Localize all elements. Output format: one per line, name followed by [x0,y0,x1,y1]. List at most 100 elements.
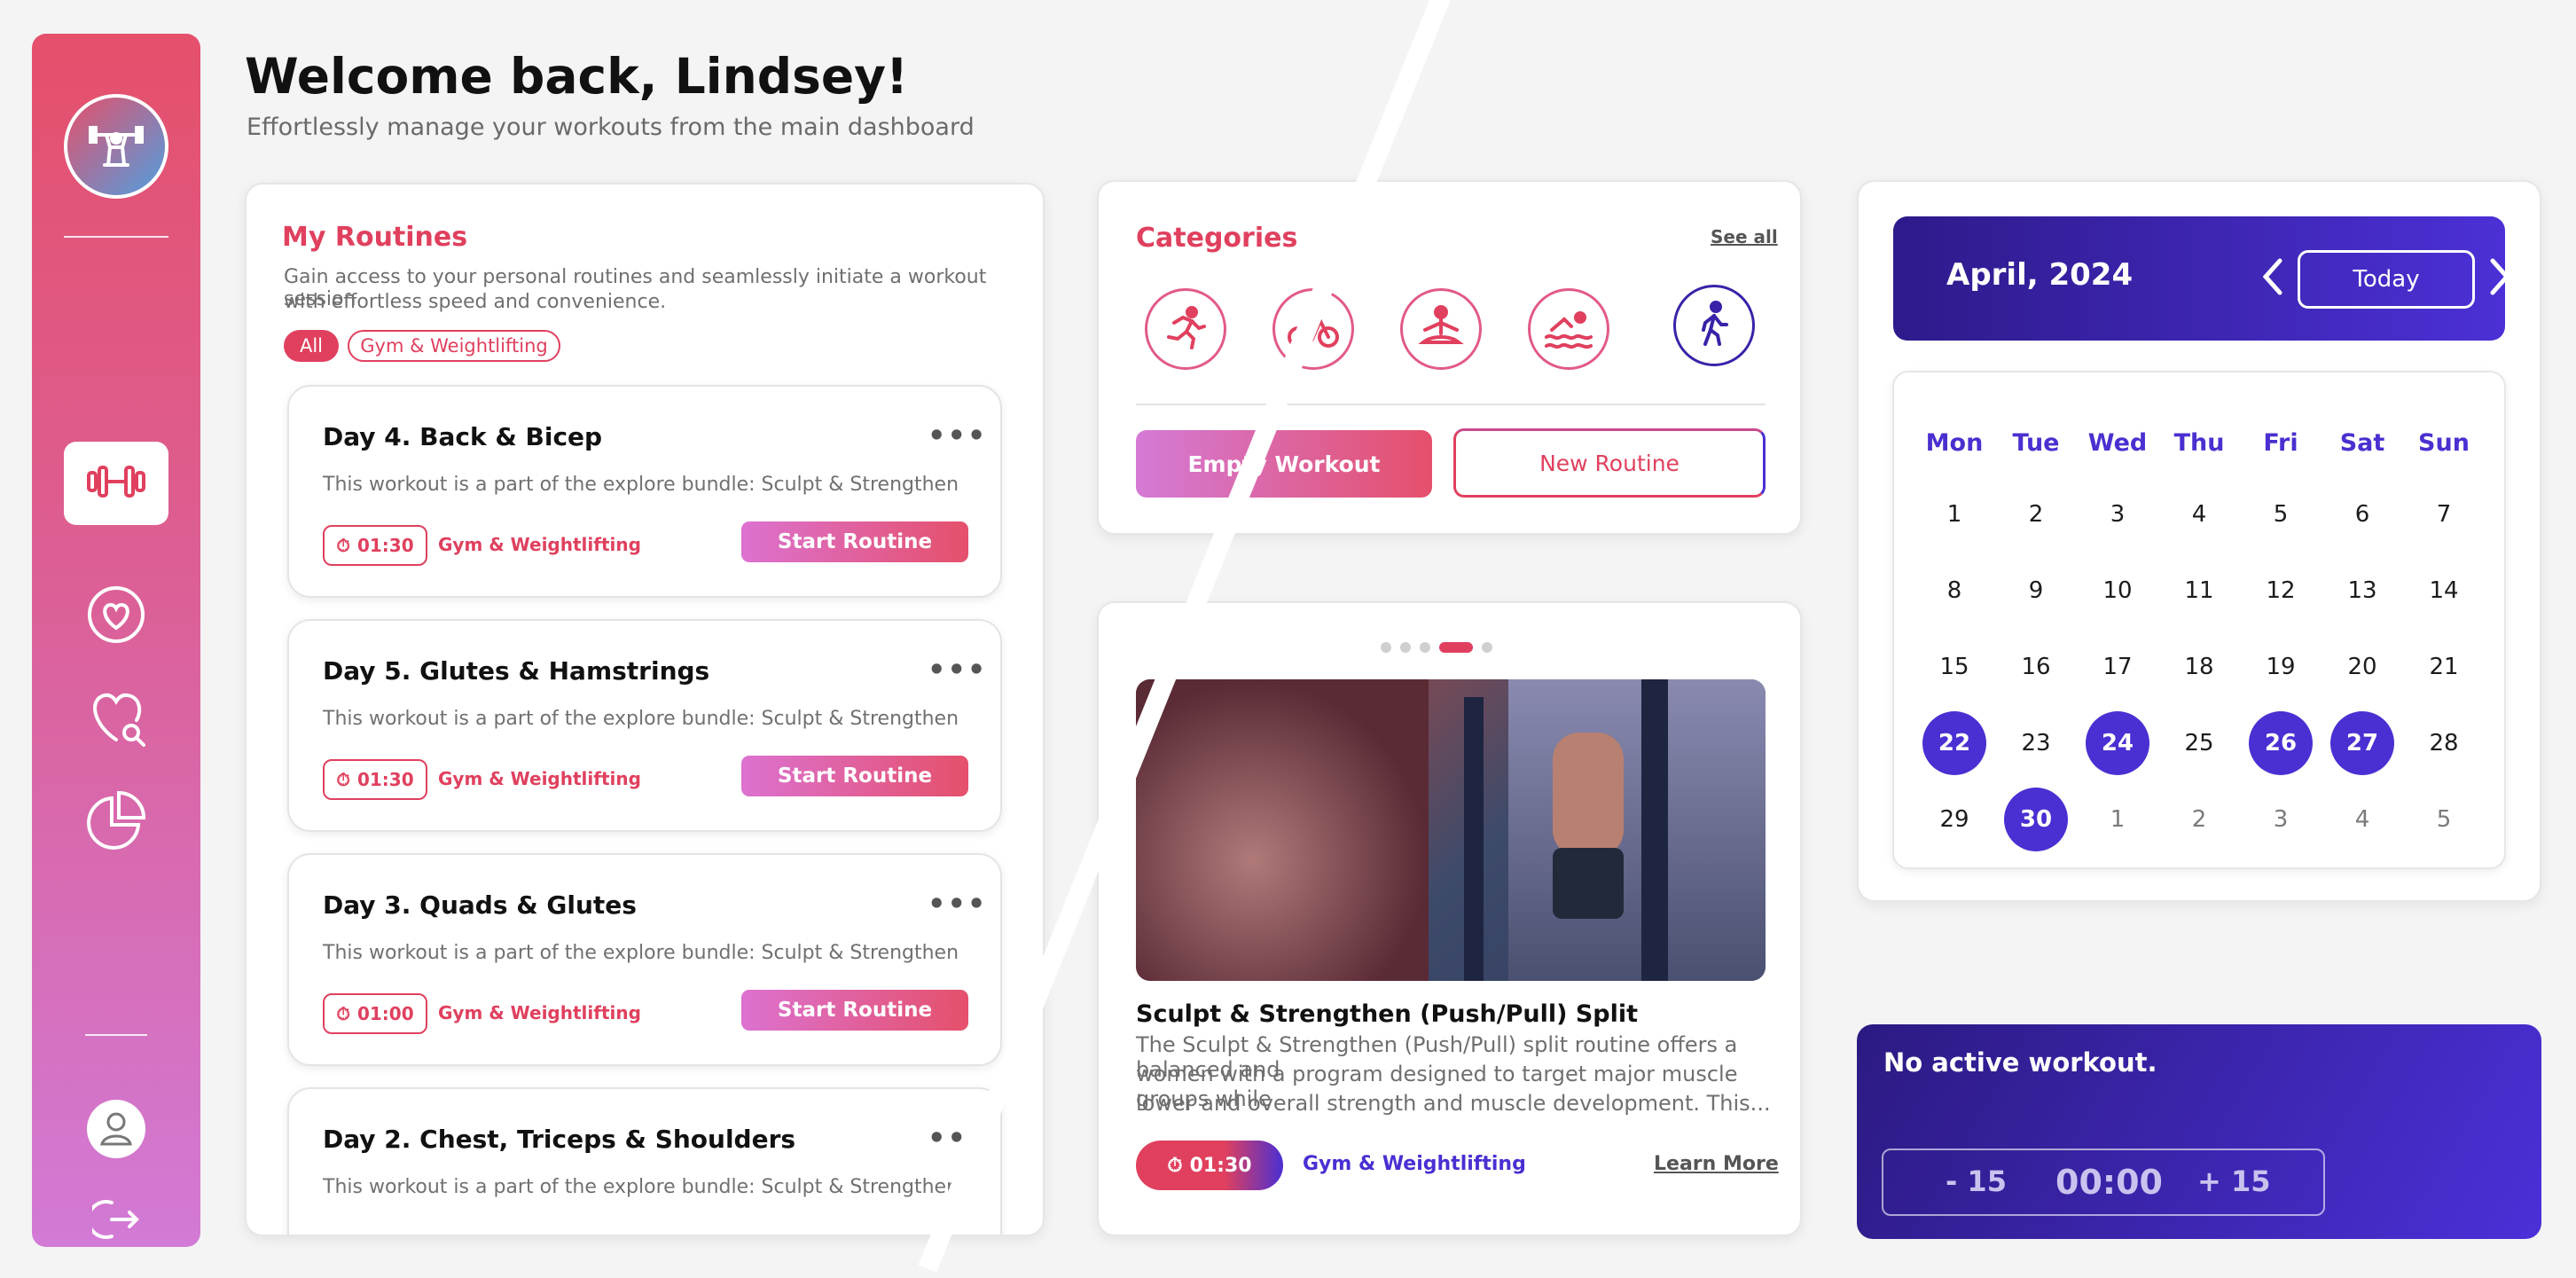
routine-category: Gym & Weightlifting [438,1002,641,1023]
routine-duration: ⏱ 01:30 [323,525,427,566]
calendar-day[interactable]: 3 [2086,482,2149,546]
calendar-day[interactable]: 5 [2412,788,2476,851]
calendar-day[interactable]: 21 [2412,635,2476,699]
routine-card[interactable]: Day 3. Quads & Glutes ••• This workout i… [287,853,1002,1066]
start-routine-button[interactable]: Start Routine [741,756,968,796]
pie-chart-icon[interactable] [85,789,147,851]
timer-icon: ⏱ [336,535,350,556]
learn-more-link[interactable]: Learn More [1654,1153,1779,1175]
calendar-day[interactable]: 16 [2004,635,2068,699]
swimming-icon [1543,303,1594,355]
calendar-day[interactable]: 5 [2249,482,2313,546]
routine-duration: ⏱ 01:00 [323,993,427,1034]
routine-card[interactable]: Day 2. Chest, Triceps & Shoulders ••• Th… [287,1087,1002,1235]
routine-description: This workout is a part of the explore bu… [323,474,959,496]
plus-15-button[interactable]: + 15 [2197,1164,2270,1198]
calendar-day[interactable]: 3 [2249,788,2313,851]
calendar-day[interactable]: 30 [2004,788,2068,851]
carousel-dot[interactable] [1482,642,1492,653]
timer-icon: ⏱ [1167,1154,1183,1177]
calendar-day[interactable]: 11 [2167,559,2231,623]
carousel-dot[interactable] [1381,642,1391,653]
calendar-day[interactable]: 14 [2412,559,2476,623]
timer-icon: ⏱ [336,769,350,790]
start-routine-button[interactable]: Start Routine [741,521,968,562]
prev-month-chevron-left-icon[interactable] [2255,250,2290,303]
carousel-indicator[interactable] [1381,642,1492,653]
heart-search-icon[interactable] [85,686,147,749]
calendar-day[interactable]: 2 [2004,482,2068,546]
today-button[interactable]: Today [2298,250,2475,309]
routine-description: This workout is a part of the explore bu… [323,1176,959,1198]
calendar-day[interactable]: 7 [2412,482,2476,546]
weekday-label: Thu [2173,429,2225,457]
calendar-day[interactable]: 13 [2330,559,2394,623]
calendar-day[interactable]: 29 [1922,788,1986,851]
category-running[interactable] [1145,288,1226,370]
see-all-link[interactable]: See all [1711,226,1778,247]
more-options-icon[interactable]: ••• [928,419,987,452]
routine-title: Day 3. Quads & Glutes [323,890,637,920]
calendar-day[interactable]: 25 [2167,711,2231,775]
category-walking[interactable] [1673,285,1755,366]
calendar-day[interactable]: 18 [2167,635,2231,699]
calendar-day[interactable]: 15 [1922,635,1986,699]
workout-category: Gym & Weightlifting [1303,1153,1526,1175]
weekday-label: Sun [2418,429,2470,457]
calendar-day[interactable]: 26 [2249,711,2313,775]
featured-workout-card: Sculpt & Strengthen (Push/Pull) Split Th… [1097,601,1802,1236]
weekday-label: Fri [2263,429,2298,457]
weekday-label: Sat [2339,429,2385,457]
calendar-day[interactable]: 12 [2249,559,2313,623]
calendar-day[interactable]: 28 [2412,711,2476,775]
calendar-day[interactable]: 1 [1922,482,1986,546]
calendar-day[interactable]: 22 [1922,711,1986,775]
calendar-day[interactable]: 23 [2004,711,2068,775]
carousel-dot[interactable] [1400,642,1411,653]
timer-display: 00:00 [2055,1163,2163,1202]
carousel-dot[interactable] [1420,642,1430,653]
calendar-day[interactable]: 4 [2330,788,2394,851]
calendar-day[interactable]: 27 [2330,711,2394,775]
sidebar [32,34,200,1247]
calendar-month: April, 2024 [1946,257,2134,293]
sidebar-divider [64,236,168,238]
calendar-day[interactable]: 20 [2330,635,2394,699]
routine-card[interactable]: Day 4. Back & Bicep ••• This workout is … [287,385,1002,598]
calendar-day[interactable]: 2 [2167,788,2231,851]
my-routines-panel: My Routines Gain access to your personal… [245,183,1045,1236]
calendar-day[interactable]: 1 [2086,788,2149,851]
logout-icon[interactable] [85,1188,147,1251]
routine-description: This workout is a part of the explore bu… [323,708,959,730]
calendar-day[interactable]: 4 [2167,482,2231,546]
start-routine-button[interactable]: Start Routine [741,990,968,1031]
calendar-day[interactable]: 19 [2249,635,2313,699]
heart-circle-icon[interactable] [85,584,147,646]
more-options-icon[interactable]: ••• [928,887,987,921]
calendar-day[interactable]: 24 [2086,711,2149,775]
empty-workout-button[interactable]: Empty Workout [1136,430,1432,498]
routine-title: Day 2. Chest, Triceps & Shoulders [323,1125,796,1154]
calendar-day[interactable]: 17 [2086,635,2149,699]
routine-category: Gym & Weightlifting [438,768,641,789]
filter-gym-weightlifting[interactable]: Gym & Weightlifting [348,330,560,362]
routine-card[interactable]: Day 5. Glutes & Hamstrings ••• This work… [287,619,1002,832]
calendar-day[interactable]: 9 [2004,559,2068,623]
user-icon[interactable] [85,1098,147,1160]
sidebar-item-dumbbell[interactable] [64,442,168,525]
weightlifter-logo-icon[interactable] [64,94,168,199]
walking-icon [1693,300,1735,351]
calendar-day[interactable]: 6 [2330,482,2394,546]
minus-15-button[interactable]: - 15 [1946,1164,2007,1198]
carousel-dot-active[interactable] [1439,642,1473,653]
calendar-day[interactable]: 10 [2086,559,2149,623]
new-routine-button[interactable]: New Routine [1453,428,1766,498]
filter-all[interactable]: All [284,330,339,362]
calendar-grid: Mon Tue Wed Thu Fri Sat Sun 1 2 3 4 5 6 7 8 9 10 1… [1892,371,2506,869]
next-month-chevron-right-icon[interactable] [2482,250,2517,303]
category-swimming[interactable] [1528,288,1609,370]
calendar-header: April, 2024 Today [1893,216,2510,341]
more-options-icon[interactable]: ••• [928,653,987,686]
calendar-day[interactable]: 8 [1922,559,1986,623]
category-yoga[interactable] [1400,288,1482,370]
